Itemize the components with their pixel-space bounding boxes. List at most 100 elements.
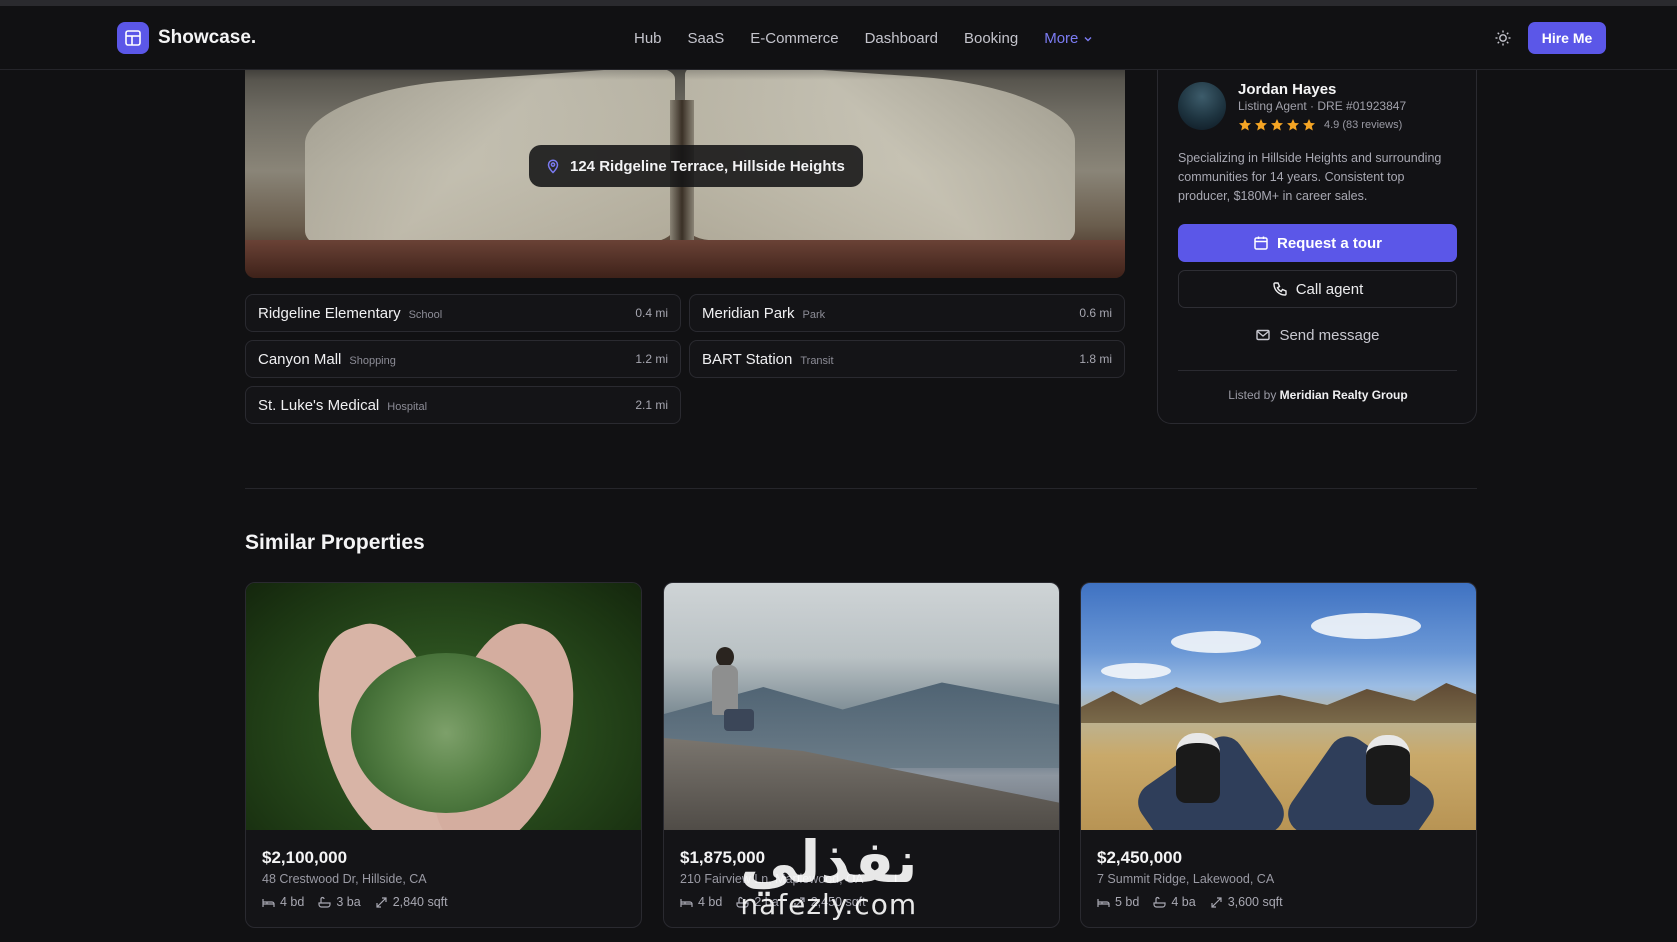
property-specs: 4 bd 2 ba 2,450 sqft — [680, 895, 866, 909]
call-agent-button[interactable]: Call agent — [1178, 270, 1457, 308]
top-navbar: Showcase. Hub SaaS E-Commerce Dashboard … — [0, 6, 1677, 70]
request-tour-button[interactable]: Request a tour — [1178, 224, 1457, 262]
image-shape — [351, 653, 541, 813]
baths-text: 2 ba — [754, 895, 779, 909]
brand[interactable]: Showcase. — [117, 22, 256, 54]
similar-properties-title: Similar Properties — [245, 531, 425, 554]
bed-icon — [1097, 898, 1110, 907]
calendar-icon — [1254, 236, 1268, 250]
property-card[interactable]: $2,450,000 7 Summit Ridge, Lakewood, CA … — [1080, 582, 1477, 928]
nearby-category: Shopping — [349, 354, 396, 367]
listed-by-prefix: Listed by — [1228, 388, 1277, 402]
beds-spec: 4 bd — [262, 895, 304, 909]
nearby-name: Ridgeline Elementary — [258, 304, 401, 322]
agent-card: Jordan Hayes Listing Agent · DRE #019238… — [1157, 40, 1477, 424]
nearby-category: Park — [802, 308, 826, 321]
hire-me-button[interactable]: Hire Me — [1528, 22, 1606, 54]
beds-spec: 5 bd — [1097, 895, 1139, 909]
image-shape — [1171, 631, 1261, 653]
property-image — [664, 583, 1059, 830]
nearby-distance: 1.2 mi — [635, 352, 668, 366]
star-icon — [1239, 119, 1251, 131]
property-address: 48 Crestwood Dr, Hillside, CA — [262, 872, 427, 886]
property-price: $1,875,000 — [680, 848, 766, 867]
nearby-category: School — [408, 308, 443, 321]
address-pill: 124 Ridgeline Terrace, Hillside Heights — [529, 145, 863, 187]
bath-icon — [1153, 896, 1166, 908]
expand-icon — [794, 896, 805, 908]
image-shape — [1280, 728, 1442, 830]
property-image — [1081, 583, 1476, 830]
star-icon — [1303, 119, 1315, 131]
nearby-name: Meridian Park — [702, 304, 795, 322]
nav-link-dashboard[interactable]: Dashboard — [865, 30, 938, 47]
property-map-image: 124 Ridgeline Terrace, Hillside Heights — [245, 40, 1125, 278]
nearby-item[interactable]: Meridian Park Park 0.6 mi — [689, 294, 1125, 332]
mail-icon — [1256, 329, 1271, 341]
nav-link-booking[interactable]: Booking — [964, 30, 1018, 47]
brand-name: Showcase. — [158, 27, 257, 48]
nav-more-dropdown[interactable]: More — [1044, 30, 1093, 47]
request-tour-label: Request a tour — [1276, 234, 1382, 252]
nav-link-saas[interactable]: SaaS — [688, 30, 725, 47]
theme-toggle-button[interactable] — [1493, 28, 1513, 48]
nav-link-ecommerce[interactable]: E-Commerce — [750, 30, 838, 47]
agent-bio: Specializing in Hillside Heights and sur… — [1178, 151, 1442, 203]
agent-name: Jordan Hayes — [1238, 81, 1337, 98]
image-shape — [716, 647, 734, 667]
agent-rating-text: 4.9 (83 reviews) — [1324, 119, 1403, 131]
bath-icon — [736, 896, 749, 908]
nearby-category: Transit — [800, 354, 834, 367]
beds-text: 5 bd — [1115, 895, 1140, 909]
agent-role: Listing Agent · DRE #01923847 — [1238, 99, 1407, 113]
address-text: 124 Ridgeline Terrace, Hillside Heights — [570, 157, 845, 175]
nearby-item[interactable]: BART Station Transit 1.8 mi — [689, 340, 1125, 378]
nearby-item[interactable]: St. Luke's Medical Hospital 2.1 mi — [245, 386, 681, 424]
sqft-text: 2,840 sqft — [392, 895, 448, 909]
beds-text: 4 bd — [698, 895, 723, 909]
nearby-name: Canyon Mall — [258, 350, 342, 368]
property-specs: 4 bd 3 ba 2,840 sqft — [262, 895, 448, 909]
property-card[interactable]: $1,875,000 210 Fairview Ln, Maplewood, C… — [663, 582, 1060, 928]
nearby-item[interactable]: Canyon Mall Shopping 1.2 mi — [245, 340, 681, 378]
phone-icon — [1273, 282, 1287, 296]
baths-spec: 2 ba — [736, 895, 779, 909]
property-price: $2,450,000 — [1097, 848, 1183, 867]
layout-icon — [117, 22, 149, 54]
sqft-text: 2,450 sqft — [810, 895, 866, 909]
nearby-name: St. Luke's Medical — [258, 396, 380, 414]
section-divider — [245, 488, 1477, 489]
bath-icon — [318, 896, 331, 908]
sun-icon — [1495, 30, 1511, 46]
baths-text: 4 ba — [1171, 895, 1196, 909]
image-shape — [1101, 663, 1171, 679]
sqft-spec: 2,840 sqft — [375, 895, 448, 909]
star-icon — [1287, 119, 1299, 131]
chevron-down-icon — [1084, 36, 1092, 41]
property-card[interactable]: $2,100,000 48 Crestwood Dr, Hillside, CA… — [245, 582, 642, 928]
call-agent-label: Call agent — [1295, 280, 1364, 298]
property-price: $2,100,000 — [262, 848, 348, 867]
nearby-distance: 0.4 mi — [635, 306, 668, 320]
image-shape — [1366, 735, 1410, 805]
nearby-item[interactable]: Ridgeline Elementary School 0.4 mi — [245, 294, 681, 332]
property-address: 210 Fairview Ln, Maplewood, CA — [680, 872, 864, 886]
nav-link-hub[interactable]: Hub — [634, 30, 662, 47]
image-shape — [1176, 733, 1220, 803]
sqft-spec: 3,600 sqft — [1210, 895, 1283, 909]
listed-by-agency[interactable]: Meridian Realty Group — [1280, 388, 1408, 402]
divider — [1178, 370, 1457, 371]
image-shape — [712, 665, 738, 715]
map-pin-icon — [547, 159, 559, 174]
baths-text: 3 ba — [336, 895, 361, 909]
property-specs: 5 bd 4 ba 3,600 sqft — [1097, 895, 1283, 909]
nearby-category: Hospital — [387, 400, 428, 413]
nearby-distance: 2.1 mi — [635, 398, 668, 412]
beds-text: 4 bd — [280, 895, 305, 909]
send-message-button[interactable]: Send message — [1178, 316, 1457, 354]
nav-more-label: More — [1044, 30, 1079, 47]
star-icon — [1255, 119, 1267, 131]
listed-by: Listed by Meridian Realty Group — [1158, 388, 1478, 402]
book-cover-edge — [245, 240, 1125, 278]
agent-avatar[interactable] — [1178, 82, 1226, 130]
